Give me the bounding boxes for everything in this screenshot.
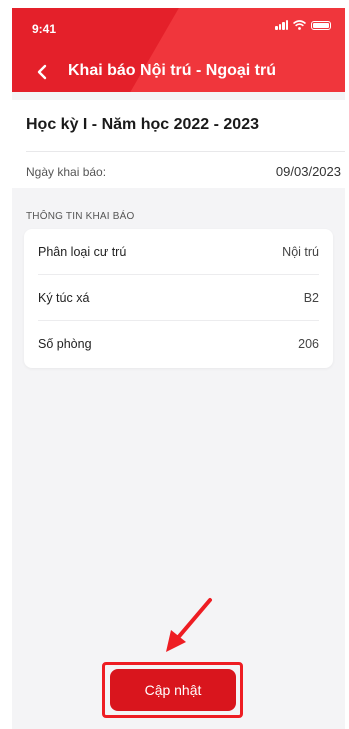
info-row-residence-type: Phân loại cư trú Nội trú: [38, 229, 319, 275]
declaration-date-label: Ngày khai báo:: [26, 165, 107, 179]
status-icons: [275, 20, 331, 30]
wifi-icon: [293, 20, 306, 30]
info-label: Ký túc xá: [38, 291, 90, 305]
app-header: 9:41 Khai báo Nội trú - Ngoại trú: [12, 8, 345, 92]
info-value: B2: [303, 291, 319, 305]
back-chevron-icon[interactable]: [30, 60, 54, 84]
semester-title: Học kỳ I - Năm học 2022 - 2023: [26, 116, 259, 133]
declaration-date-value: 09/03/2023: [275, 164, 341, 179]
page-title: Khai báo Nội trú - Ngoại trú: [68, 62, 276, 79]
status-time: 9:41: [32, 22, 57, 36]
info-row-room-number: Số phòng 206: [38, 321, 319, 367]
info-value: 206: [298, 337, 319, 351]
divider: [26, 151, 345, 152]
battery-icon: [311, 21, 331, 30]
nav-bar: Khai báo Nội trú - Ngoại trú: [12, 58, 345, 88]
info-label: Số phòng: [38, 337, 92, 351]
info-label: Phân loại cư trú: [38, 245, 127, 259]
signal-icon: [275, 20, 288, 30]
pointer-arrow-icon: [166, 598, 212, 652]
declaration-info-card: Phân loại cư trú Nội trú Ký túc xá B2 Số…: [24, 229, 333, 368]
section-title: THÔNG TIN KHAI BÁO: [26, 211, 135, 222]
status-bar: 9:41: [12, 8, 345, 44]
declaration-summary: Học kỳ I - Năm học 2022 - 2023 Ngày khai…: [12, 100, 345, 188]
info-row-dormitory: Ký túc xá B2: [38, 275, 319, 321]
info-value: Nội trú: [282, 245, 319, 259]
update-button[interactable]: Cập nhật: [110, 669, 236, 711]
